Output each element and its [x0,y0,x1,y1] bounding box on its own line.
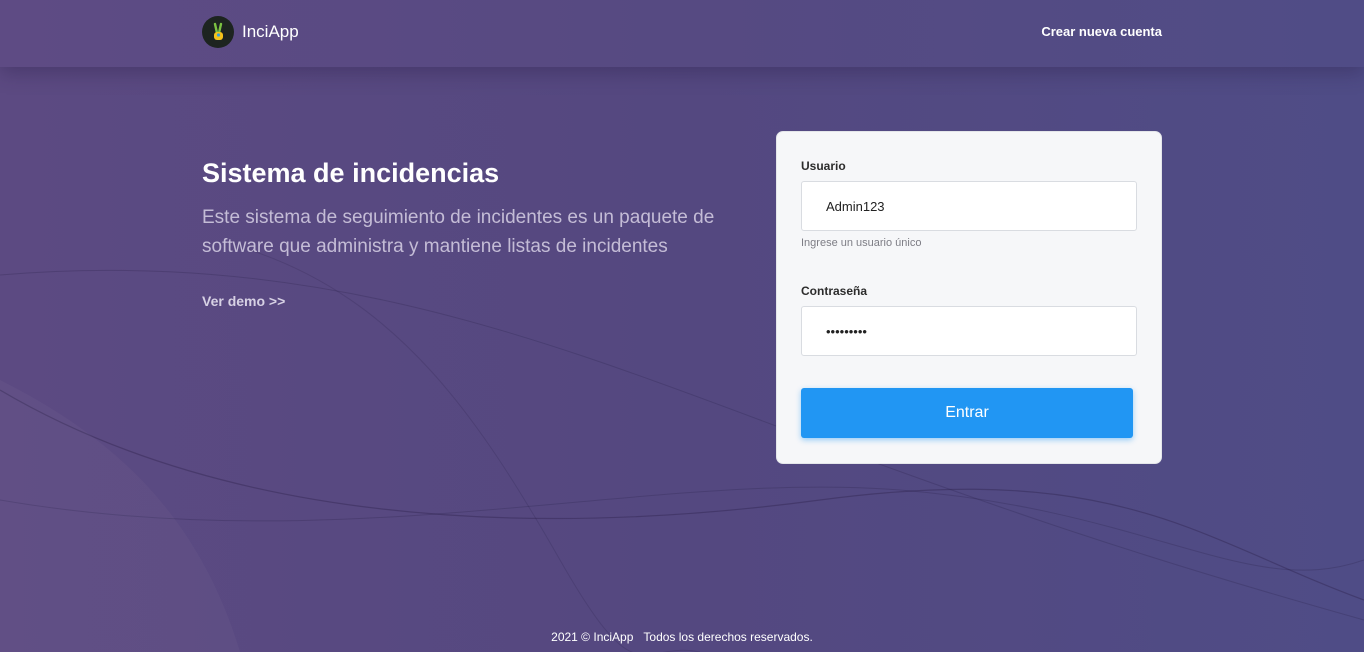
footer-copyright: 2021 © InciApp [551,630,634,644]
password-label: Contraseña [801,284,868,298]
username-group: Usuario Ingrese un usuario único [801,158,1137,249]
demo-link[interactable]: Ver demo >> [202,293,285,309]
login-button[interactable]: Entrar [801,388,1133,438]
brand-link[interactable]: InciApp [202,16,299,48]
username-help: Ingrese un usuario único [801,237,922,249]
hero-description: Este sistema de seguimiento de incidente… [202,207,715,257]
peace-hand-icon [202,16,234,48]
username-input[interactable] [801,181,1137,231]
username-label: Usuario [801,159,846,173]
brand-name: InciApp [242,22,299,41]
top-navbar: InciApp Crear nueva cuenta [0,0,1364,67]
password-input[interactable] [801,306,1137,356]
hero-section: Sistema de incidencias Este sistema de s… [202,156,742,311]
create-account-link[interactable]: Crear nueva cuenta [1041,24,1162,39]
footer: 2021 © InciApp Todos los derechos reserva… [0,630,1364,644]
hero-title: Sistema de incidencias [202,158,500,188]
password-group: Contraseña [801,283,1137,356]
login-card: Usuario Ingrese un usuario único Contras… [776,131,1162,464]
footer-rights: Todos los derechos reservados. [643,630,813,644]
